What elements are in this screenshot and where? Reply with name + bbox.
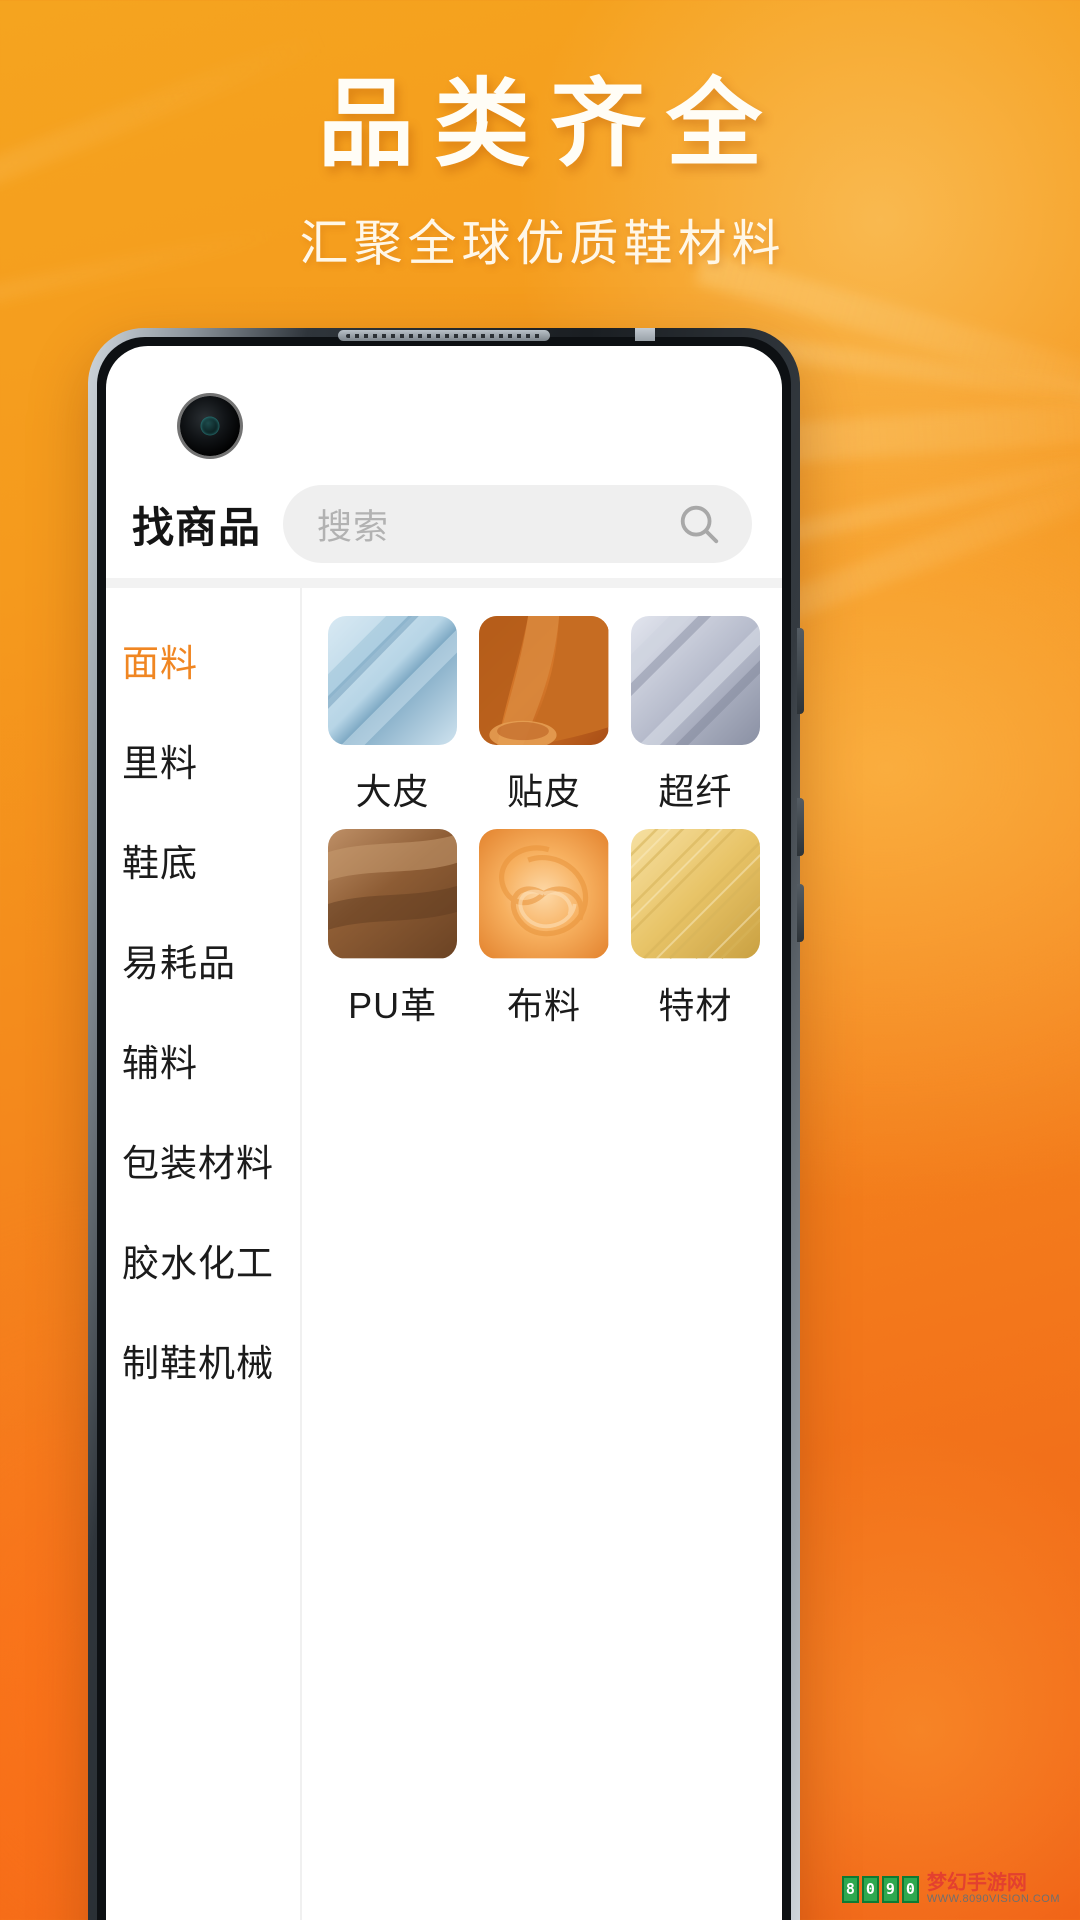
watermark-text: 梦幻手游网 WWW.8090VISION.COM xyxy=(927,1873,1060,1906)
product-thumbnail-tecai xyxy=(630,829,760,959)
product-thumbnail-buliao xyxy=(479,829,609,959)
sidebar-item-label: 包装材料 xyxy=(122,1143,274,1184)
product-thumbnail-puge xyxy=(328,829,458,959)
site-watermark: 8 0 9 0 梦幻手游网 WWW.8090VISION.COM xyxy=(836,1869,1066,1910)
phone-frame: 找商品 搜索 面料 里料 鞋底 易耗品 辅料 包装材料 胶水化工 制鞋机械 大皮… xyxy=(88,328,804,1920)
sidebar-item-label: 鞋底 xyxy=(122,843,198,884)
category-sidebar[interactable]: 面料 里料 鞋底 易耗品 辅料 包装材料 胶水化工 制鞋机械 xyxy=(106,588,302,1920)
poster-subheadline: 汇聚全球优质鞋材料 xyxy=(299,216,786,271)
grid-item[interactable]: 布料 xyxy=(479,829,609,1028)
grid-item-label: PU革 xyxy=(348,984,438,1026)
sidebar-item-label: 易耗品 xyxy=(122,943,236,984)
watermark-site-url: WWW.8090VISION.COM xyxy=(926,1893,1060,1906)
sidebar-item-baozhuangcailiao[interactable]: 包装材料 xyxy=(106,1110,300,1210)
watermark-digit: 8 xyxy=(841,1876,859,1904)
product-grid-pane: 大皮 贴皮 超纤 PU革 布料 特材 xyxy=(302,588,782,1920)
header-divider xyxy=(106,578,782,588)
watermark-digit: 0 xyxy=(861,1876,879,1904)
sidebar-item-xiedi[interactable]: 鞋底 xyxy=(106,810,300,910)
search-icon[interactable] xyxy=(676,501,722,547)
watermark-logo-icon: 8 0 9 0 xyxy=(841,1876,919,1904)
volume-down-button[interactable] xyxy=(797,798,804,856)
volume-up-button[interactable] xyxy=(797,628,804,714)
sidebar-item-jiaoshuihuagong[interactable]: 胶水化工 xyxy=(106,1210,300,1310)
watermark-digit: 0 xyxy=(901,1876,919,1904)
search-input[interactable]: 搜索 xyxy=(283,485,752,563)
phone-mockup: 找商品 搜索 面料 里料 鞋底 易耗品 辅料 包装材料 胶水化工 制鞋机械 大皮… xyxy=(88,328,804,1920)
phone-bezel: 找商品 搜索 面料 里料 鞋底 易耗品 辅料 包装材料 胶水化工 制鞋机械 大皮… xyxy=(97,337,791,1920)
power-button[interactable] xyxy=(797,884,804,942)
product-thumbnail-tiepi xyxy=(479,616,609,746)
grid-item-label: 超纤 xyxy=(658,771,733,813)
watermark-site-name: 梦幻手游网 xyxy=(926,1872,1027,1895)
grid-item-label: 大皮 xyxy=(355,771,430,813)
front-camera-icon xyxy=(180,396,240,456)
product-grid: 大皮 贴皮 超纤 PU革 布料 特材 xyxy=(328,616,760,1029)
grid-item[interactable]: PU革 xyxy=(328,829,458,1028)
sidebar-item-label: 胶水化工 xyxy=(122,1243,274,1284)
grid-item-label: 特材 xyxy=(658,984,733,1026)
sidebar-item-label: 里料 xyxy=(122,743,198,784)
poster-headline: 品类齐全 xyxy=(318,71,782,178)
antenna-band xyxy=(635,328,655,341)
grid-item[interactable]: 大皮 xyxy=(328,616,458,815)
sidebar-item-zhixiejixie[interactable]: 制鞋机械 xyxy=(106,1310,300,1410)
watermark-digit: 9 xyxy=(881,1876,899,1904)
sidebar-item-label: 辅料 xyxy=(122,1043,198,1084)
app-header: 找商品 搜索 xyxy=(106,476,782,572)
poster-text-block: 品类齐全 汇聚全球优质鞋材料 xyxy=(0,72,1080,275)
phone-screen: 找商品 搜索 面料 里料 鞋底 易耗品 辅料 包装材料 胶水化工 制鞋机械 大皮… xyxy=(106,346,782,1920)
sidebar-item-mianliao[interactable]: 面料 xyxy=(106,610,300,710)
product-thumbnail-chaoxian xyxy=(630,616,760,746)
sidebar-item-label: 制鞋机械 xyxy=(122,1343,274,1384)
sidebar-item-liliao[interactable]: 里料 xyxy=(106,710,300,810)
grid-item-label: 贴皮 xyxy=(506,771,581,813)
grid-item[interactable]: 特材 xyxy=(630,829,760,1028)
sidebar-item-label: 面料 xyxy=(122,643,198,684)
earpiece-speaker-icon xyxy=(338,330,550,341)
sidebar-item-yihaopin[interactable]: 易耗品 xyxy=(106,910,300,1010)
app-body: 面料 里料 鞋底 易耗品 辅料 包装材料 胶水化工 制鞋机械 大皮 贴皮 超纤 … xyxy=(106,588,782,1920)
page-title: 找商品 xyxy=(132,503,262,551)
product-thumbnail-dapi xyxy=(328,616,458,746)
sidebar-item-fuliao[interactable]: 辅料 xyxy=(106,1010,300,1110)
grid-item[interactable]: 超纤 xyxy=(630,616,760,815)
grid-item[interactable]: 贴皮 xyxy=(479,616,609,815)
grid-item-label: 布料 xyxy=(506,984,581,1026)
search-placeholder: 搜索 xyxy=(317,507,390,547)
